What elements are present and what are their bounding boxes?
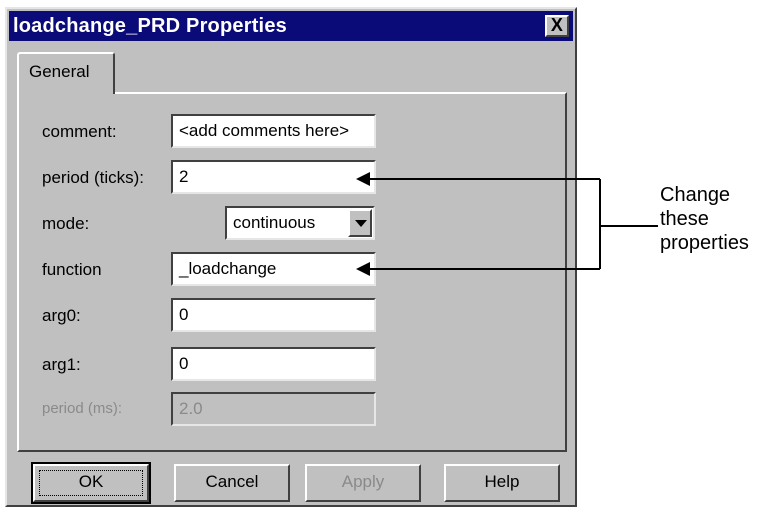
annotation-line3: properties [660, 232, 749, 254]
arrowhead-period [356, 172, 370, 186]
tab-general-label: General [29, 62, 90, 81]
annotation-line2: these [660, 208, 709, 230]
annotation-lines [356, 172, 658, 276]
arrowhead-function [356, 262, 370, 276]
annotation-text: Change these properties [660, 183, 749, 255]
annotation-line1: Change [660, 184, 731, 206]
tab-general[interactable]: General [17, 52, 115, 94]
